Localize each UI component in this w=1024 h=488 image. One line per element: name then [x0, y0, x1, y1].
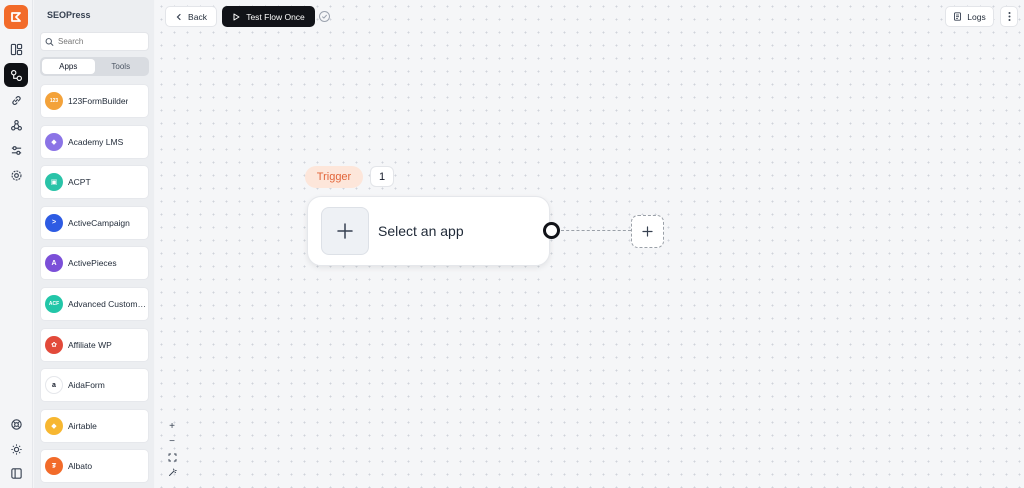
- logo-icon: [11, 12, 21, 22]
- acpt-icon: ▣: [45, 173, 63, 192]
- zoom-in-button[interactable]: +: [165, 420, 179, 433]
- airtable-icon: ◆: [45, 416, 63, 435]
- app-list-item-label: ActivePieces: [68, 258, 117, 269]
- document-icon: [954, 12, 962, 21]
- logs-button[interactable]: Logs: [945, 6, 994, 27]
- connections-button[interactable]: [4, 88, 28, 112]
- app-list-item-label: ACPT: [68, 177, 91, 188]
- back-button-label: Back: [188, 11, 207, 22]
- app-list-item-label: Albato: [68, 461, 93, 472]
- flow-canvas[interactable]: Back Test Flow Once Logs Trigger 1 Selec…: [155, 0, 1024, 488]
- app-list-item[interactable]: ✿ Affiliate WP: [40, 327, 149, 362]
- flows-button[interactable]: [4, 63, 28, 87]
- sliders-icon: [11, 145, 21, 155]
- plus-icon: [337, 223, 353, 239]
- play-icon: [233, 13, 240, 20]
- tab-tools[interactable]: Tools: [95, 59, 148, 74]
- trigger-badge: Trigger: [305, 166, 363, 188]
- help-icon: [10, 418, 22, 430]
- 123formbuilder-icon: 123: [45, 92, 63, 110]
- plus-icon: [642, 226, 653, 237]
- fit-view-icon: [168, 453, 176, 462]
- trigger-node[interactable]: Select an app: [307, 196, 550, 266]
- webhooks-button[interactable]: [4, 113, 28, 137]
- affiliate-wp-icon: ✿: [45, 335, 63, 354]
- app-list-item-label: ActiveCampaign: [68, 217, 130, 228]
- activecampaign-icon: >: [45, 213, 63, 232]
- back-button[interactable]: Back: [165, 6, 217, 27]
- app-list-item-label: Affiliate WP: [68, 339, 112, 350]
- app-list-item-label: Academy LMS: [68, 136, 124, 147]
- flows-icon: [10, 69, 22, 81]
- app-list-item[interactable]: ₮ Albato: [40, 449, 149, 484]
- collapse-sidebar-button[interactable]: [4, 461, 28, 485]
- zoom-out-button[interactable]: −: [165, 435, 179, 448]
- app-list-item[interactable]: ACF Advanced Custom Fields: [40, 287, 149, 321]
- test-flow-button[interactable]: Test Flow Once: [222, 6, 315, 27]
- settings-button[interactable]: [4, 163, 28, 187]
- app-list-item-label: Advanced Custom Fields: [68, 299, 146, 309]
- link-icon: [11, 95, 21, 105]
- activepieces-icon: A: [45, 254, 63, 273]
- search-icon: [45, 37, 54, 46]
- panel-tabs: Apps Tools: [40, 57, 149, 76]
- app-list-item[interactable]: ◆ Academy LMS: [40, 124, 149, 159]
- auto-layout-button[interactable]: [165, 466, 179, 479]
- app-list-item[interactable]: A ActivePieces: [40, 246, 149, 281]
- collapse-icon: [10, 467, 22, 479]
- zoom-controls: + −: [164, 420, 180, 479]
- help-button[interactable]: [4, 412, 28, 436]
- academy-lms-icon: ◆: [45, 132, 63, 151]
- check-icon: [321, 14, 328, 19]
- add-step-button[interactable]: [631, 215, 664, 248]
- left-rail: [0, 0, 33, 488]
- app-list-item[interactable]: a AidaForm: [40, 368, 149, 403]
- node-output-port[interactable]: [543, 222, 560, 239]
- app-list-item[interactable]: > ActiveCampaign: [40, 205, 149, 240]
- dashboard-icon: [10, 43, 22, 55]
- panel-title: SEOPress: [47, 10, 91, 20]
- dashboard-button[interactable]: [4, 37, 28, 61]
- select-app-plus-button[interactable]: [321, 207, 369, 255]
- webhook-icon: [10, 119, 22, 131]
- app-list-item[interactable]: ▣ ACPT: [40, 165, 149, 200]
- test-flow-label: Test Flow Once: [246, 11, 305, 22]
- dashed-connector: [561, 230, 631, 231]
- app-list-item[interactable]: ◆ Airtable: [40, 408, 149, 443]
- sun-icon: [10, 443, 22, 455]
- tab-apps[interactable]: Apps: [42, 59, 95, 74]
- fit-view-button[interactable]: [165, 451, 179, 464]
- app-list-item[interactable]: 123 123FormBuilder: [40, 84, 149, 118]
- search-input[interactable]: [58, 37, 148, 46]
- search-box[interactable]: [40, 32, 149, 51]
- more-vertical-icon: [1008, 12, 1010, 21]
- theme-toggle-button[interactable]: [4, 437, 28, 461]
- magic-wand-icon: [168, 468, 177, 476]
- trigger-node-label: Select an app: [378, 223, 464, 239]
- brand-logo[interactable]: [4, 5, 28, 29]
- app-list-item-label: Airtable: [68, 420, 97, 431]
- more-options-button[interactable]: [1000, 6, 1018, 27]
- acf-icon: ACF: [45, 295, 63, 313]
- chevron-left-icon: [176, 13, 181, 20]
- gear-icon: [10, 169, 22, 181]
- albato-icon: ₮: [45, 457, 63, 476]
- aidaform-icon: a: [45, 376, 63, 395]
- app-list-item-label: 123FormBuilder: [68, 96, 129, 106]
- logs-button-label: Logs: [967, 11, 986, 22]
- settings-sliders-button[interactable]: [4, 138, 28, 162]
- app-list-item-label: AidaForm: [68, 380, 105, 391]
- trigger-step-number: 1: [370, 166, 394, 187]
- app-panel: SEOPress Apps Tools 123 123FormBuilder ◆ Ac…: [34, 0, 154, 488]
- flow-status-indicator: [319, 11, 330, 22]
